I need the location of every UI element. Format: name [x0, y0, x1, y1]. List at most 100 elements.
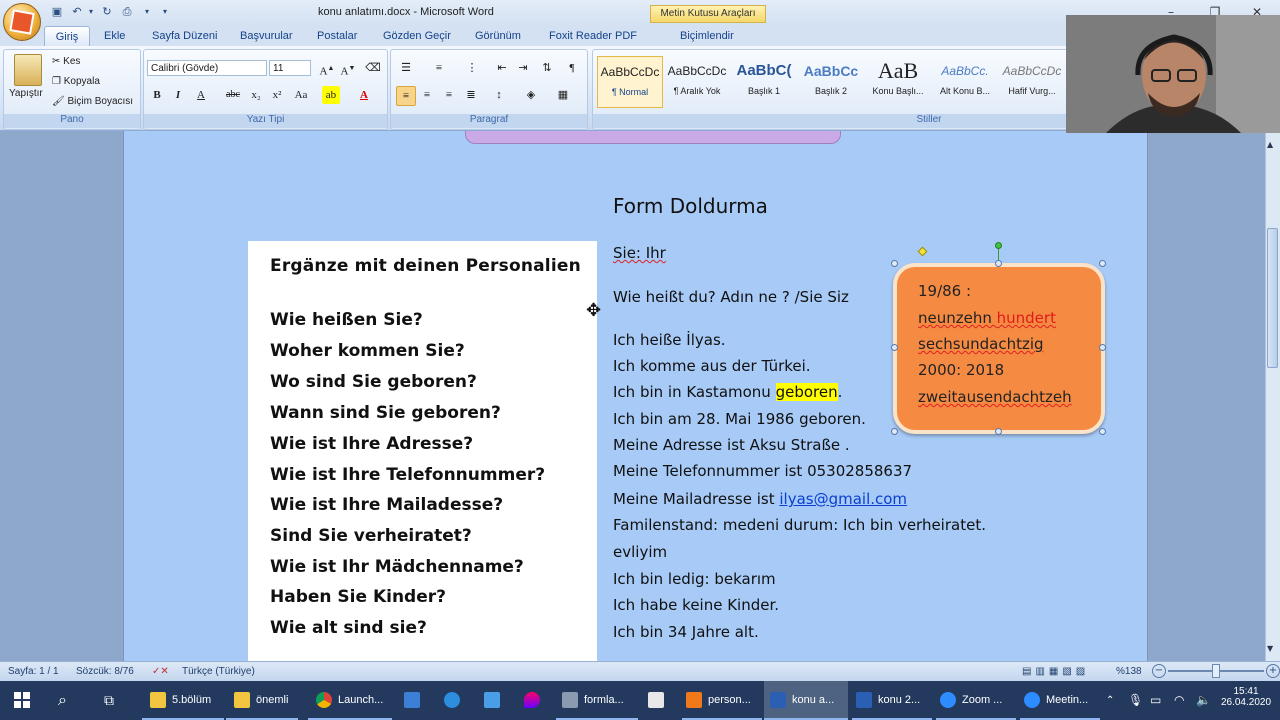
- highlight-icon[interactable]: ab: [322, 86, 340, 104]
- resize-handle-se[interactable]: [1099, 428, 1106, 435]
- scroll-down-icon[interactable]: ▼: [1267, 644, 1273, 653]
- style-subtitle[interactable]: AaBbCc. Alt Konu B...: [933, 56, 997, 106]
- paint-icon[interactable]: [524, 681, 546, 720]
- tab-giris[interactable]: Giriş: [44, 26, 90, 47]
- resize-handle-sw[interactable]: [891, 428, 898, 435]
- align-right-icon[interactable]: ≡: [440, 86, 458, 104]
- taskbar-konu-a[interactable]: konu a...: [764, 681, 848, 720]
- taskbar-konu-2[interactable]: konu 2...: [852, 681, 932, 720]
- email-link[interactable]: ilyas@gmail.com: [779, 490, 907, 508]
- scrollbar-thumb[interactable]: [1267, 228, 1278, 368]
- font-size-select[interactable]: 11: [269, 60, 311, 76]
- align-center-icon[interactable]: ≡: [418, 86, 436, 104]
- justify-icon[interactable]: ≣: [462, 86, 480, 104]
- clear-formatting-icon[interactable]: ⌫: [364, 59, 382, 77]
- store-icon[interactable]: [404, 681, 426, 720]
- redo-icon[interactable]: ↻: [100, 5, 114, 19]
- volume-icon[interactable]: 🔈: [1196, 681, 1211, 720]
- font-color-icon[interactable]: A: [355, 86, 373, 104]
- grow-font-icon[interactable]: A▲: [318, 59, 336, 78]
- zoom-in-icon[interactable]: +: [1266, 664, 1280, 678]
- language[interactable]: Türkçe (Türkiye): [182, 666, 255, 677]
- task-view-icon[interactable]: ⧉: [104, 681, 114, 720]
- taskbar-meeting[interactable]: Meetin...: [1020, 681, 1100, 720]
- strikethrough-icon[interactable]: abc: [224, 86, 242, 104]
- undo-icon[interactable]: ↶: [70, 5, 84, 19]
- show-marks-icon[interactable]: ¶: [563, 59, 581, 77]
- tab-postalar[interactable]: Postalar: [317, 30, 357, 42]
- paste-button[interactable]: Yapıştır: [9, 88, 43, 99]
- italic-icon[interactable]: I: [169, 86, 187, 104]
- style-normal[interactable]: AaBbCcDc ¶ Normal: [597, 56, 663, 108]
- edge-icon[interactable]: [444, 681, 466, 720]
- style-no-spacing[interactable]: AaBbCcDc ¶ Aralık Yok: [665, 56, 729, 106]
- align-left-icon[interactable]: ≡: [396, 86, 416, 106]
- word-count[interactable]: Sözcük: 8/76: [76, 666, 134, 677]
- taskbar-person[interactable]: person...: [682, 681, 762, 720]
- tab-gorunum[interactable]: Görünüm: [475, 30, 521, 42]
- paste-icon[interactable]: [14, 54, 42, 86]
- cut-button[interactable]: ✂ Kes: [52, 56, 80, 67]
- style-subtle-emphasis[interactable]: AaBbCcDc Hafif Vurg...: [1000, 56, 1064, 106]
- change-case-icon[interactable]: Aa: [292, 86, 310, 104]
- style-heading1[interactable]: AaBbC( Başlık 1: [732, 56, 796, 106]
- style-heading2[interactable]: AaBbCc Başlık 2: [799, 56, 863, 106]
- format-painter-button[interactable]: 🖌 Biçim Boyacısı: [52, 96, 133, 107]
- decrease-indent-icon[interactable]: ⇤: [493, 59, 511, 77]
- resize-handle-n[interactable]: [995, 260, 1002, 267]
- superscript-icon[interactable]: x²: [268, 86, 286, 104]
- borders-icon[interactable]: ▦: [554, 86, 572, 104]
- multilevel-list-icon[interactable]: ⋮: [463, 59, 481, 77]
- mail-icon[interactable]: [484, 681, 506, 720]
- wifi-icon[interactable]: ◠: [1174, 681, 1184, 720]
- proofing-icon[interactable]: ✓✕: [152, 666, 169, 677]
- copy-button[interactable]: ❐ Kopyala: [52, 76, 100, 87]
- zoom-out-icon[interactable]: −: [1152, 664, 1166, 678]
- resize-handle-nw[interactable]: [891, 260, 898, 267]
- calculator-icon[interactable]: [648, 681, 670, 720]
- resize-handle-e[interactable]: [1099, 344, 1106, 351]
- microphone-icon[interactable]: 🎙: [1128, 681, 1143, 720]
- quick-access-dropdown-icon[interactable]: ▾: [140, 5, 154, 19]
- zoom-level[interactable]: %138: [1116, 666, 1142, 677]
- tab-bicimlendir[interactable]: Biçimlendir: [680, 30, 734, 42]
- shading-icon[interactable]: ◈: [522, 86, 540, 104]
- bullets-icon[interactable]: ☰: [397, 59, 415, 77]
- tab-foxit[interactable]: Foxit Reader PDF: [549, 30, 637, 42]
- office-button[interactable]: [3, 3, 41, 41]
- windows-start-icon[interactable]: [14, 692, 30, 708]
- zoom-slider-thumb[interactable]: [1212, 664, 1220, 678]
- numbering-icon[interactable]: ≡: [430, 59, 448, 77]
- taskbar-zoom[interactable]: Zoom ...: [936, 681, 1016, 720]
- resize-handle-s[interactable]: [995, 428, 1002, 435]
- style-title[interactable]: AaB Konu Başlı...: [866, 56, 930, 106]
- undo-dropdown-icon[interactable]: ▾: [84, 5, 98, 19]
- underline-icon[interactable]: A: [192, 86, 210, 104]
- tab-gozden-gecir[interactable]: Gözden Geçir: [383, 30, 451, 42]
- shrink-font-icon[interactable]: A▼: [339, 59, 357, 78]
- save-icon[interactable]: ▣: [50, 5, 64, 19]
- scroll-up-icon[interactable]: ▲: [1267, 140, 1273, 149]
- taskbar-folder-onemli[interactable]: önemli: [226, 681, 298, 720]
- line-spacing-icon[interactable]: ↕: [490, 86, 508, 104]
- font-name-select[interactable]: Calibri (Gövde): [147, 60, 267, 76]
- tab-ekle[interactable]: Ekle: [104, 30, 125, 42]
- bold-icon[interactable]: B: [148, 86, 166, 104]
- taskbar-folder-5bolum[interactable]: 5.bölüm: [142, 681, 224, 720]
- search-icon[interactable]: ⌕: [58, 681, 67, 720]
- print-preview-icon[interactable]: ⎙: [120, 5, 134, 19]
- vertical-scrollbar[interactable]: [1265, 131, 1280, 661]
- battery-icon[interactable]: ▭: [1150, 681, 1161, 720]
- page-count[interactable]: Sayfa: 1 / 1: [8, 666, 59, 677]
- tab-sayfa-duzeni[interactable]: Sayfa Düzeni: [152, 30, 217, 42]
- taskbar-formla[interactable]: formla...: [556, 681, 638, 720]
- resize-handle-w[interactable]: [891, 344, 898, 351]
- tab-basvurular[interactable]: Başvurular: [240, 30, 293, 42]
- rotate-handle[interactable]: [995, 242, 1002, 249]
- view-buttons-icon[interactable]: ▤▥▦▧▨: [1022, 666, 1089, 677]
- resize-handle-ne[interactable]: [1099, 260, 1106, 267]
- clock[interactable]: 15:41 26.04.2020: [1218, 686, 1274, 708]
- top-shape[interactable]: [465, 131, 841, 144]
- customize-toolbar-icon[interactable]: ▾: [158, 5, 172, 19]
- increase-indent-icon[interactable]: ⇥: [514, 59, 532, 77]
